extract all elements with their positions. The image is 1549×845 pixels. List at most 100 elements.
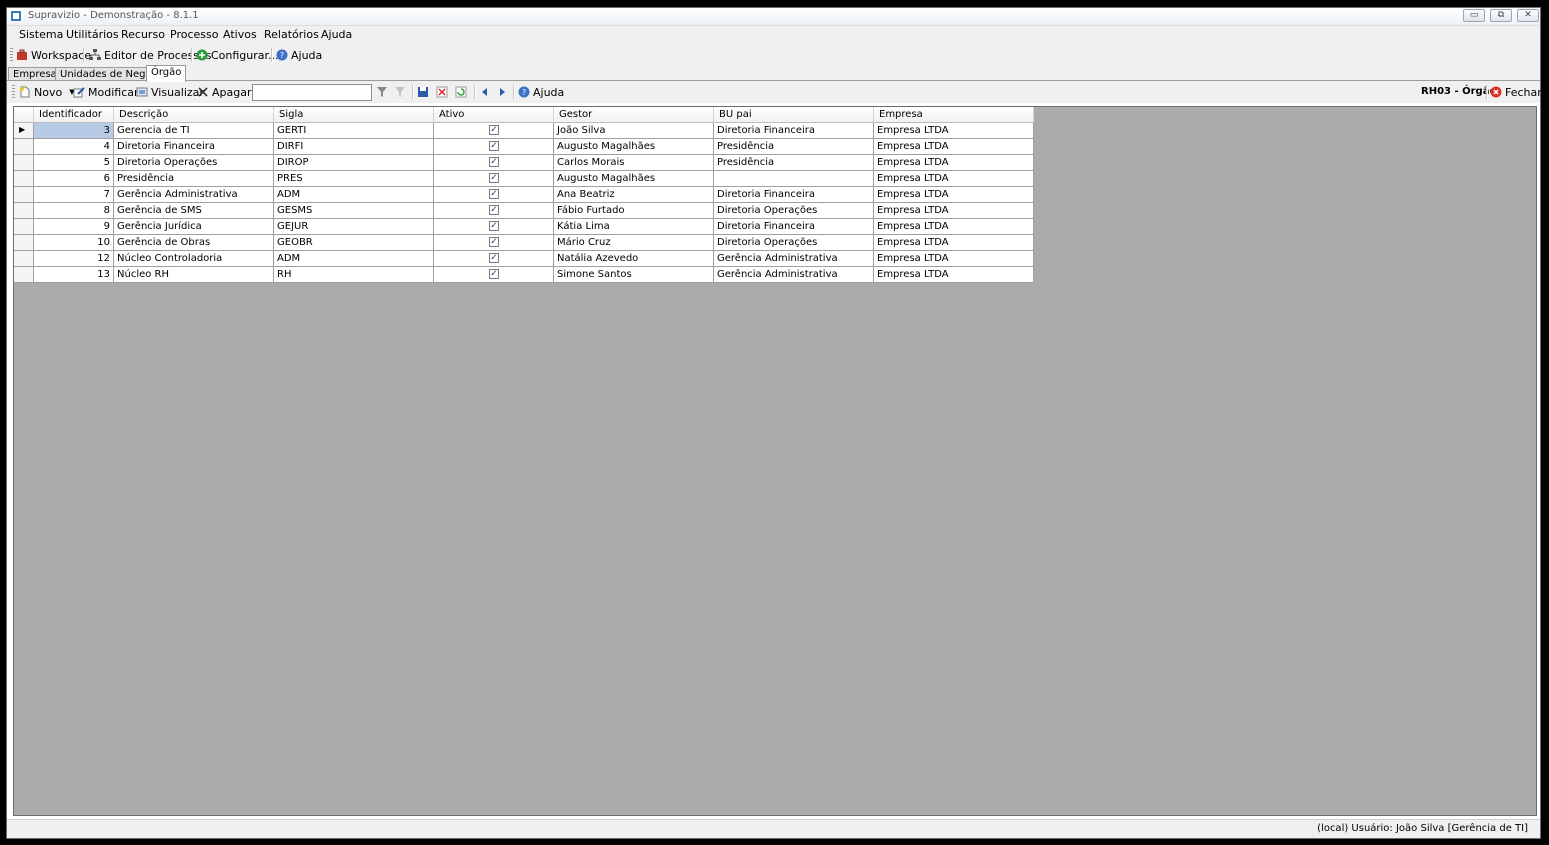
cell-sigla[interactable]: DIRFI: [274, 139, 434, 154]
cell-bu-pai[interactable]: [714, 171, 874, 186]
cell-descricao[interactable]: Gerência Administrativa: [114, 187, 274, 202]
cell-empresa[interactable]: Empresa LTDA: [874, 139, 1034, 154]
cell-identificador[interactable]: 12: [34, 251, 114, 266]
cell-identificador[interactable]: 6: [34, 171, 114, 186]
help-button[interactable]: ? Ajuda: [276, 47, 322, 63]
cell-gestor[interactable]: Fábio Furtado: [554, 203, 714, 218]
cell-empresa[interactable]: Empresa LTDA: [874, 187, 1034, 202]
cell-ativo[interactable]: ✓: [434, 203, 554, 218]
column-header-bu-pai[interactable]: BU pai: [714, 107, 874, 122]
column-header-gestor[interactable]: Gestor: [554, 107, 714, 122]
row-header[interactable]: ▶: [14, 123, 34, 138]
cell-ativo[interactable]: ✓: [434, 267, 554, 282]
row-header[interactable]: [14, 171, 34, 186]
cell-descricao[interactable]: Núcleo Controladoria: [114, 251, 274, 266]
cell-identificador[interactable]: 8: [34, 203, 114, 218]
delete-button[interactable]: Apagar: [197, 84, 252, 100]
menu-processo[interactable]: Processo: [170, 28, 218, 41]
cell-ativo[interactable]: ✓: [434, 219, 554, 234]
row-header[interactable]: [14, 155, 34, 170]
cell-bu-pai[interactable]: Presidência: [714, 139, 874, 154]
toolbar-grip[interactable]: [10, 48, 13, 62]
cell-ativo[interactable]: ✓: [434, 235, 554, 250]
row-header-corner[interactable]: [14, 107, 34, 122]
cell-descricao[interactable]: Diretoria Financeira: [114, 139, 274, 154]
active-checkbox[interactable]: ✓: [489, 221, 499, 231]
cell-bu-pai[interactable]: Gerência Administrativa: [714, 251, 874, 266]
column-header-ativo[interactable]: Ativo: [434, 107, 554, 122]
cell-ativo[interactable]: ✓: [434, 171, 554, 186]
active-checkbox[interactable]: ✓: [489, 253, 499, 263]
active-checkbox[interactable]: ✓: [489, 173, 499, 183]
menu-ajuda[interactable]: Ajuda: [321, 28, 352, 41]
cell-sigla[interactable]: RH: [274, 267, 434, 282]
table-row[interactable]: 6 Presidência PRES ✓ Augusto Magalhães Empres…: [14, 171, 1034, 187]
table-row[interactable]: 7 Gerência Administrativa ADM ✓ Ana Beatriz D…: [14, 187, 1034, 203]
cell-empresa[interactable]: Empresa LTDA: [874, 235, 1034, 250]
active-checkbox[interactable]: ✓: [489, 269, 499, 279]
cell-ativo[interactable]: ✓: [434, 187, 554, 202]
cell-empresa[interactable]: Empresa LTDA: [874, 155, 1034, 170]
column-header-sigla[interactable]: Sigla: [274, 107, 434, 122]
cell-empresa[interactable]: Empresa LTDA: [874, 267, 1034, 282]
view-button[interactable]: Visualizar: [136, 84, 204, 100]
menu-recurso[interactable]: Recurso: [121, 28, 165, 41]
cell-ativo[interactable]: ✓: [434, 139, 554, 154]
refresh-icon[interactable]: [455, 86, 467, 98]
row-header[interactable]: [14, 187, 34, 202]
cell-descricao[interactable]: Presidência: [114, 171, 274, 186]
cell-descricao[interactable]: Gerência Jurídica: [114, 219, 274, 234]
table-row[interactable]: 13 Núcleo RH RH ✓ Simone Santos Gerência Admi…: [14, 267, 1034, 283]
cell-gestor[interactable]: Simone Santos: [554, 267, 714, 282]
form-help-button[interactable]: ? Ajuda: [518, 84, 564, 100]
previous-arrow-icon[interactable]: [479, 86, 491, 98]
column-header-identificador[interactable]: Identificador: [34, 107, 114, 122]
cell-empresa[interactable]: Empresa LTDA: [874, 171, 1034, 186]
search-input[interactable]: [252, 84, 372, 101]
cell-sigla[interactable]: GEOBR: [274, 235, 434, 250]
active-checkbox[interactable]: ✓: [489, 141, 499, 151]
cell-identificador[interactable]: 10: [34, 235, 114, 250]
cell-identificador[interactable]: 7: [34, 187, 114, 202]
row-header[interactable]: [14, 235, 34, 250]
cell-descricao[interactable]: Núcleo RH: [114, 267, 274, 282]
cell-gestor[interactable]: Carlos Morais: [554, 155, 714, 170]
cell-empresa[interactable]: Empresa LTDA: [874, 251, 1034, 266]
cell-sigla[interactable]: GERTI: [274, 123, 434, 138]
cell-descricao[interactable]: Gerencia de TI: [114, 123, 274, 138]
active-checkbox[interactable]: ✓: [489, 157, 499, 167]
cell-gestor[interactable]: Augusto Magalhães: [554, 139, 714, 154]
cell-bu-pai[interactable]: Diretoria Operações: [714, 235, 874, 250]
active-checkbox[interactable]: ✓: [489, 189, 499, 199]
cell-identificador[interactable]: 3: [34, 123, 114, 138]
cell-bu-pai[interactable]: Presidência: [714, 155, 874, 170]
cell-sigla[interactable]: PRES: [274, 171, 434, 186]
column-header-empresa[interactable]: Empresa: [874, 107, 1034, 122]
data-grid-area[interactable]: Identificador Descrição Sigla Ativo Gest…: [13, 106, 1537, 816]
active-checkbox[interactable]: ✓: [489, 205, 499, 215]
cell-sigla[interactable]: ADM: [274, 187, 434, 202]
active-checkbox[interactable]: ✓: [489, 237, 499, 247]
clear-filter-icon[interactable]: [394, 86, 406, 98]
menu-ativos[interactable]: Ativos: [223, 28, 257, 41]
cell-identificador[interactable]: 5: [34, 155, 114, 170]
menu-sistema[interactable]: Sistema: [19, 28, 63, 41]
cell-ativo[interactable]: ✓: [434, 251, 554, 266]
table-row[interactable]: 9 Gerência Jurídica GEJUR ✓ Kátia Lima Direto…: [14, 219, 1034, 235]
cell-bu-pai[interactable]: Diretoria Financeira: [714, 219, 874, 234]
cell-descricao[interactable]: Gerência de SMS: [114, 203, 274, 218]
save-icon[interactable]: [417, 86, 429, 98]
minimize-button[interactable]: ▭: [1463, 9, 1485, 22]
cell-ativo[interactable]: ✓: [434, 155, 554, 170]
table-row[interactable]: 12 Núcleo Controladoria ADM ✓ Natália Azeved…: [14, 251, 1034, 267]
table-row[interactable]: 5 Diretoria Operações DIROP ✓ Carlos Morais P…: [14, 155, 1034, 171]
next-arrow-icon[interactable]: [496, 86, 508, 98]
table-row[interactable]: 8 Gerência de SMS GESMS ✓ Fábio Furtado Diret…: [14, 203, 1034, 219]
cell-bu-pai[interactable]: Diretoria Financeira: [714, 187, 874, 202]
row-header[interactable]: [14, 251, 34, 266]
workspace-button[interactable]: Workspace: [16, 47, 91, 63]
column-header-descricao[interactable]: Descrição: [114, 107, 274, 122]
close-window-button[interactable]: ✕: [1517, 9, 1539, 22]
cell-gestor[interactable]: Ana Beatriz: [554, 187, 714, 202]
cell-gestor[interactable]: João Silva: [554, 123, 714, 138]
